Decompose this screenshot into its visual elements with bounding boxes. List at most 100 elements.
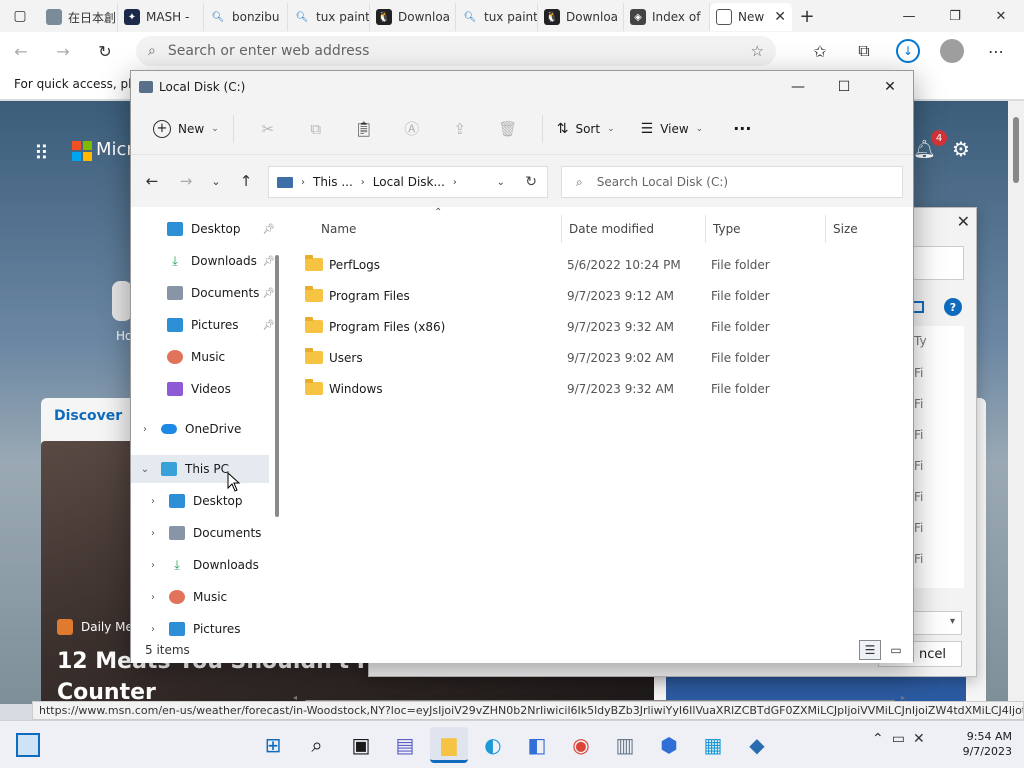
discover-tab[interactable]: Discover [54,408,122,424]
maximize-icon[interactable]: ☐ [821,72,867,102]
column-header-type[interactable]: Ty [914,334,927,348]
list-item[interactable]: Fi [914,459,923,473]
search-icon[interactable]: ⌕ [298,727,336,763]
rename-icon[interactable]: Ⓐ [388,118,436,139]
new-button[interactable]: + New ⌄ [149,113,223,145]
divider[interactable] [705,215,706,243]
sidebar-item-downloads[interactable]: ⤓ Downloads 📌︎ [131,247,281,275]
table-row[interactable]: Windows 9/7/2023 9:32 AM File folder [305,373,905,404]
restore-icon[interactable]: ❐ [932,0,978,32]
paste-icon[interactable]: 📋︎ [340,120,388,138]
list-item[interactable]: Fi [914,428,923,442]
sidebar-item-pc-downloads[interactable]: › ⤓ Downloads [131,551,281,579]
list-item[interactable]: Fi [914,397,923,411]
table-row[interactable]: Users 9/7/2023 9:02 AM File folder [305,342,905,373]
chevron-right-icon[interactable]: › [145,528,161,539]
close-icon[interactable]: ✕ [957,212,970,231]
sidebar-item-documents[interactable]: Documents 📌︎ [131,279,281,307]
pin-icon[interactable]: 📌︎ [262,288,275,299]
table-row[interactable]: Program Files 9/7/2023 9:12 AM File fold… [305,280,905,311]
column-header-name[interactable]: Name [321,215,356,243]
copy-icon[interactable]: ⧉ [292,120,340,138]
sidebar-scrollbar[interactable] [275,215,279,635]
scrollbar-thumb[interactable] [1013,117,1019,183]
sidebar-item-pc-music[interactable]: › Music [131,583,281,611]
browser-tab[interactable]: 🔍︎ tux paint [456,3,538,31]
sidebar-item-pc-desktop[interactable]: › Desktop [131,487,281,515]
column-header-date[interactable]: Date modified [569,215,654,243]
widgets-icon[interactable] [16,733,40,757]
collections-icon[interactable]: ⧉ [842,32,886,70]
add-favorite-icon[interactable]: ☆ [751,42,764,60]
refresh-icon[interactable]: ↻ [525,174,537,190]
browser-tab[interactable]: 🐧 Downloa [538,3,624,31]
chevron-right-icon[interactable]: › [145,592,161,603]
list-item[interactable]: Fi [914,366,923,380]
browser-tab[interactable]: 在日本創 [40,3,118,31]
sidebar-item-desktop[interactable]: Desktop 📌︎ [131,215,281,243]
new-tab-button[interactable]: + [792,6,822,27]
network-icon[interactable]: ▭ [892,731,905,747]
virtualbox-icon[interactable]: ⬢ [650,727,688,763]
more-options-icon[interactable]: ⋯ [974,32,1018,70]
help-icon[interactable]: ? [944,298,962,316]
pin-icon[interactable]: 📌︎ [262,256,275,267]
cut-icon[interactable]: ✂ [244,120,292,138]
chevron-right-icon[interactable]: › [145,496,161,507]
sidebar-item-onedrive[interactable]: › OneDrive [131,415,281,443]
list-item[interactable]: Fi [914,552,923,566]
browser-tab-active[interactable]: New ✕ [710,3,792,31]
sidebar-item-videos[interactable]: Videos [131,375,281,403]
settings-gear-icon[interactable]: ⚙ [952,137,970,161]
details-view-icon[interactable]: ☰ [859,640,881,660]
see-more-button[interactable]: ··· [729,113,755,145]
forward-arrow-icon[interactable]: → [42,32,84,70]
profile-button[interactable] [930,32,974,70]
column-header-size[interactable]: Size [833,215,858,243]
app-icon[interactable]: ◆ [738,727,776,763]
chevron-right-icon[interactable]: › [145,560,161,571]
home-tile-icon[interactable] [112,281,132,321]
view-button[interactable]: ☰ View ⌄ [637,113,708,145]
page-scrollbar[interactable] [1008,101,1024,704]
browser-tab[interactable]: ✦ MASH - [118,3,204,31]
minimize-icon[interactable]: — [886,0,932,32]
forward-arrow-icon[interactable]: → [169,172,203,190]
divider[interactable] [561,215,562,243]
volume-muted-icon[interactable]: ✕ [913,731,925,747]
back-arrow-icon[interactable]: ← [0,32,42,70]
chevron-right-icon[interactable]: › [145,624,161,635]
tab-actions-icon[interactable]: ▢ [0,0,40,32]
close-icon[interactable]: ✕ [978,0,1024,32]
breadcrumb[interactable]: › This ... › Local Disk... › ⌄ ↻ [268,166,548,198]
back-arrow-icon[interactable]: ← [135,172,169,190]
notepad-icon[interactable]: ▦ [694,727,732,763]
chat-icon[interactable]: ▤ [386,727,424,763]
sidebar-item-pc-pictures[interactable]: › Pictures [131,615,281,637]
browser-tab[interactable]: 🐧 Downloa [370,3,456,31]
store-icon[interactable]: ◧ [518,727,556,763]
chevron-up-icon[interactable]: ⌃ [872,731,884,747]
url-input[interactable]: ⌕ Search or enter web address ☆ [136,36,776,66]
divider[interactable] [825,215,826,243]
delete-icon[interactable]: 🗑︎ [484,120,532,138]
task-view-icon[interactable]: ▣ [342,727,380,763]
list-item[interactable]: Fi [914,521,923,535]
favorites-icon[interactable]: ✩ [798,32,842,70]
edge-browser-icon[interactable]: ◐ [474,727,512,763]
pin-icon[interactable]: 📌︎ [262,320,275,331]
refresh-icon[interactable]: ↻ [84,32,126,70]
sidebar-item-music[interactable]: Music [131,343,281,371]
file-explorer-icon[interactable]: ▆ [430,727,468,763]
sidebar-item-pc-documents[interactable]: › Documents [131,519,281,547]
table-row[interactable]: Program Files (x86) 9/7/2023 9:32 AM Fil… [305,311,905,342]
apps-grid-icon[interactable]: ⠿ [34,141,49,165]
scrollbar-thumb[interactable] [275,255,279,517]
breadcrumb-this-pc[interactable]: This ... [313,175,353,189]
column-header-type[interactable]: Type [713,215,741,243]
start-windows-icon[interactable]: ⊞ [254,727,292,763]
share-icon[interactable]: ⇪ [436,120,484,138]
chevron-down-icon[interactable]: ⌄ [137,464,153,475]
sidebar-item-pictures[interactable]: Pictures 📌︎ [131,311,281,339]
close-icon[interactable]: ✕ [867,72,913,102]
